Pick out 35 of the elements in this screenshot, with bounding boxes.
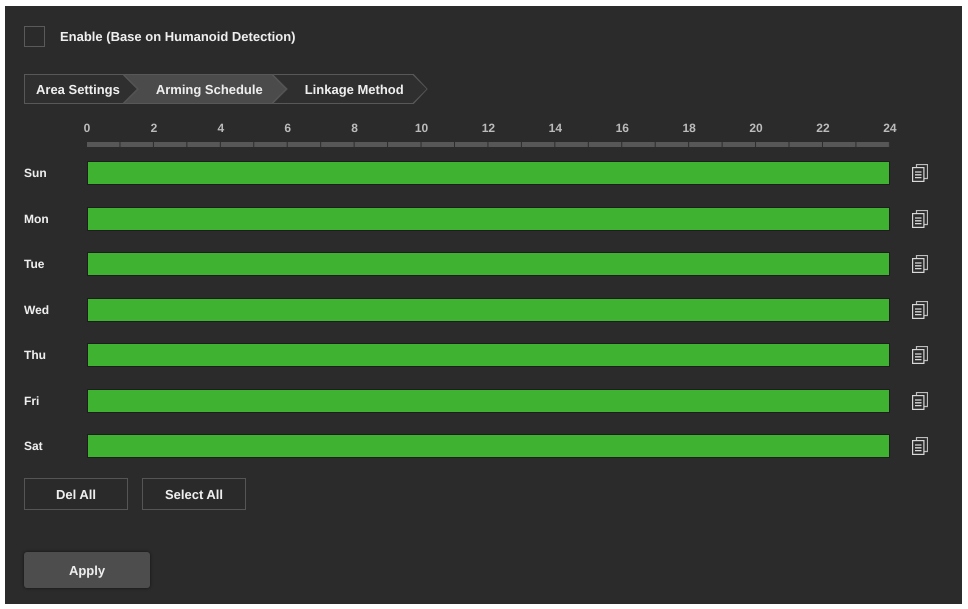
apply-button[interactable]: Apply	[24, 552, 150, 588]
hour-label: 16	[614, 121, 630, 135]
day-label: Fri	[24, 394, 40, 408]
copy-icon[interactable]	[912, 255, 928, 273]
schedule-button[interactable]: Del All	[24, 478, 128, 510]
copy-icon[interactable]	[912, 210, 928, 228]
step-tab[interactable]: Linkage Method	[272, 74, 428, 104]
schedule-button[interactable]: Select All	[142, 478, 246, 510]
copy-icon[interactable]	[912, 437, 928, 455]
hour-label: 2	[150, 121, 158, 135]
copy-icon[interactable]	[912, 346, 928, 364]
hour-label: 0	[82, 121, 92, 135]
copy-icon[interactable]	[912, 392, 928, 410]
day-label: Wed	[24, 302, 50, 316]
hour-label: 4	[216, 121, 226, 135]
hour-label: 22	[815, 121, 831, 135]
enable-label: Enable (Base on Humanoid Detection)	[60, 29, 296, 44]
step-tab[interactable]: Area Settings	[24, 74, 138, 104]
copy-icon[interactable]	[912, 164, 928, 182]
hour-label: 18	[681, 121, 697, 135]
hour-label: 14	[548, 121, 564, 135]
day-label: Sun	[24, 166, 48, 180]
hour-label: 12	[480, 121, 496, 135]
hour-label: 8	[350, 121, 359, 135]
day-label: Tue	[24, 257, 46, 271]
hour-label: 10	[414, 121, 430, 135]
hour-label: 6	[283, 121, 292, 135]
step-tab[interactable]: Arming Schedule	[124, 74, 287, 104]
day-label: Sat	[24, 439, 44, 453]
enable-checkbox[interactable]	[24, 26, 45, 47]
hour-label: 24	[882, 121, 898, 135]
copy-icon[interactable]	[912, 300, 928, 318]
day-label: Mon	[24, 212, 50, 226]
hour-label: 20	[748, 121, 764, 135]
day-label: Thu	[24, 348, 47, 362]
